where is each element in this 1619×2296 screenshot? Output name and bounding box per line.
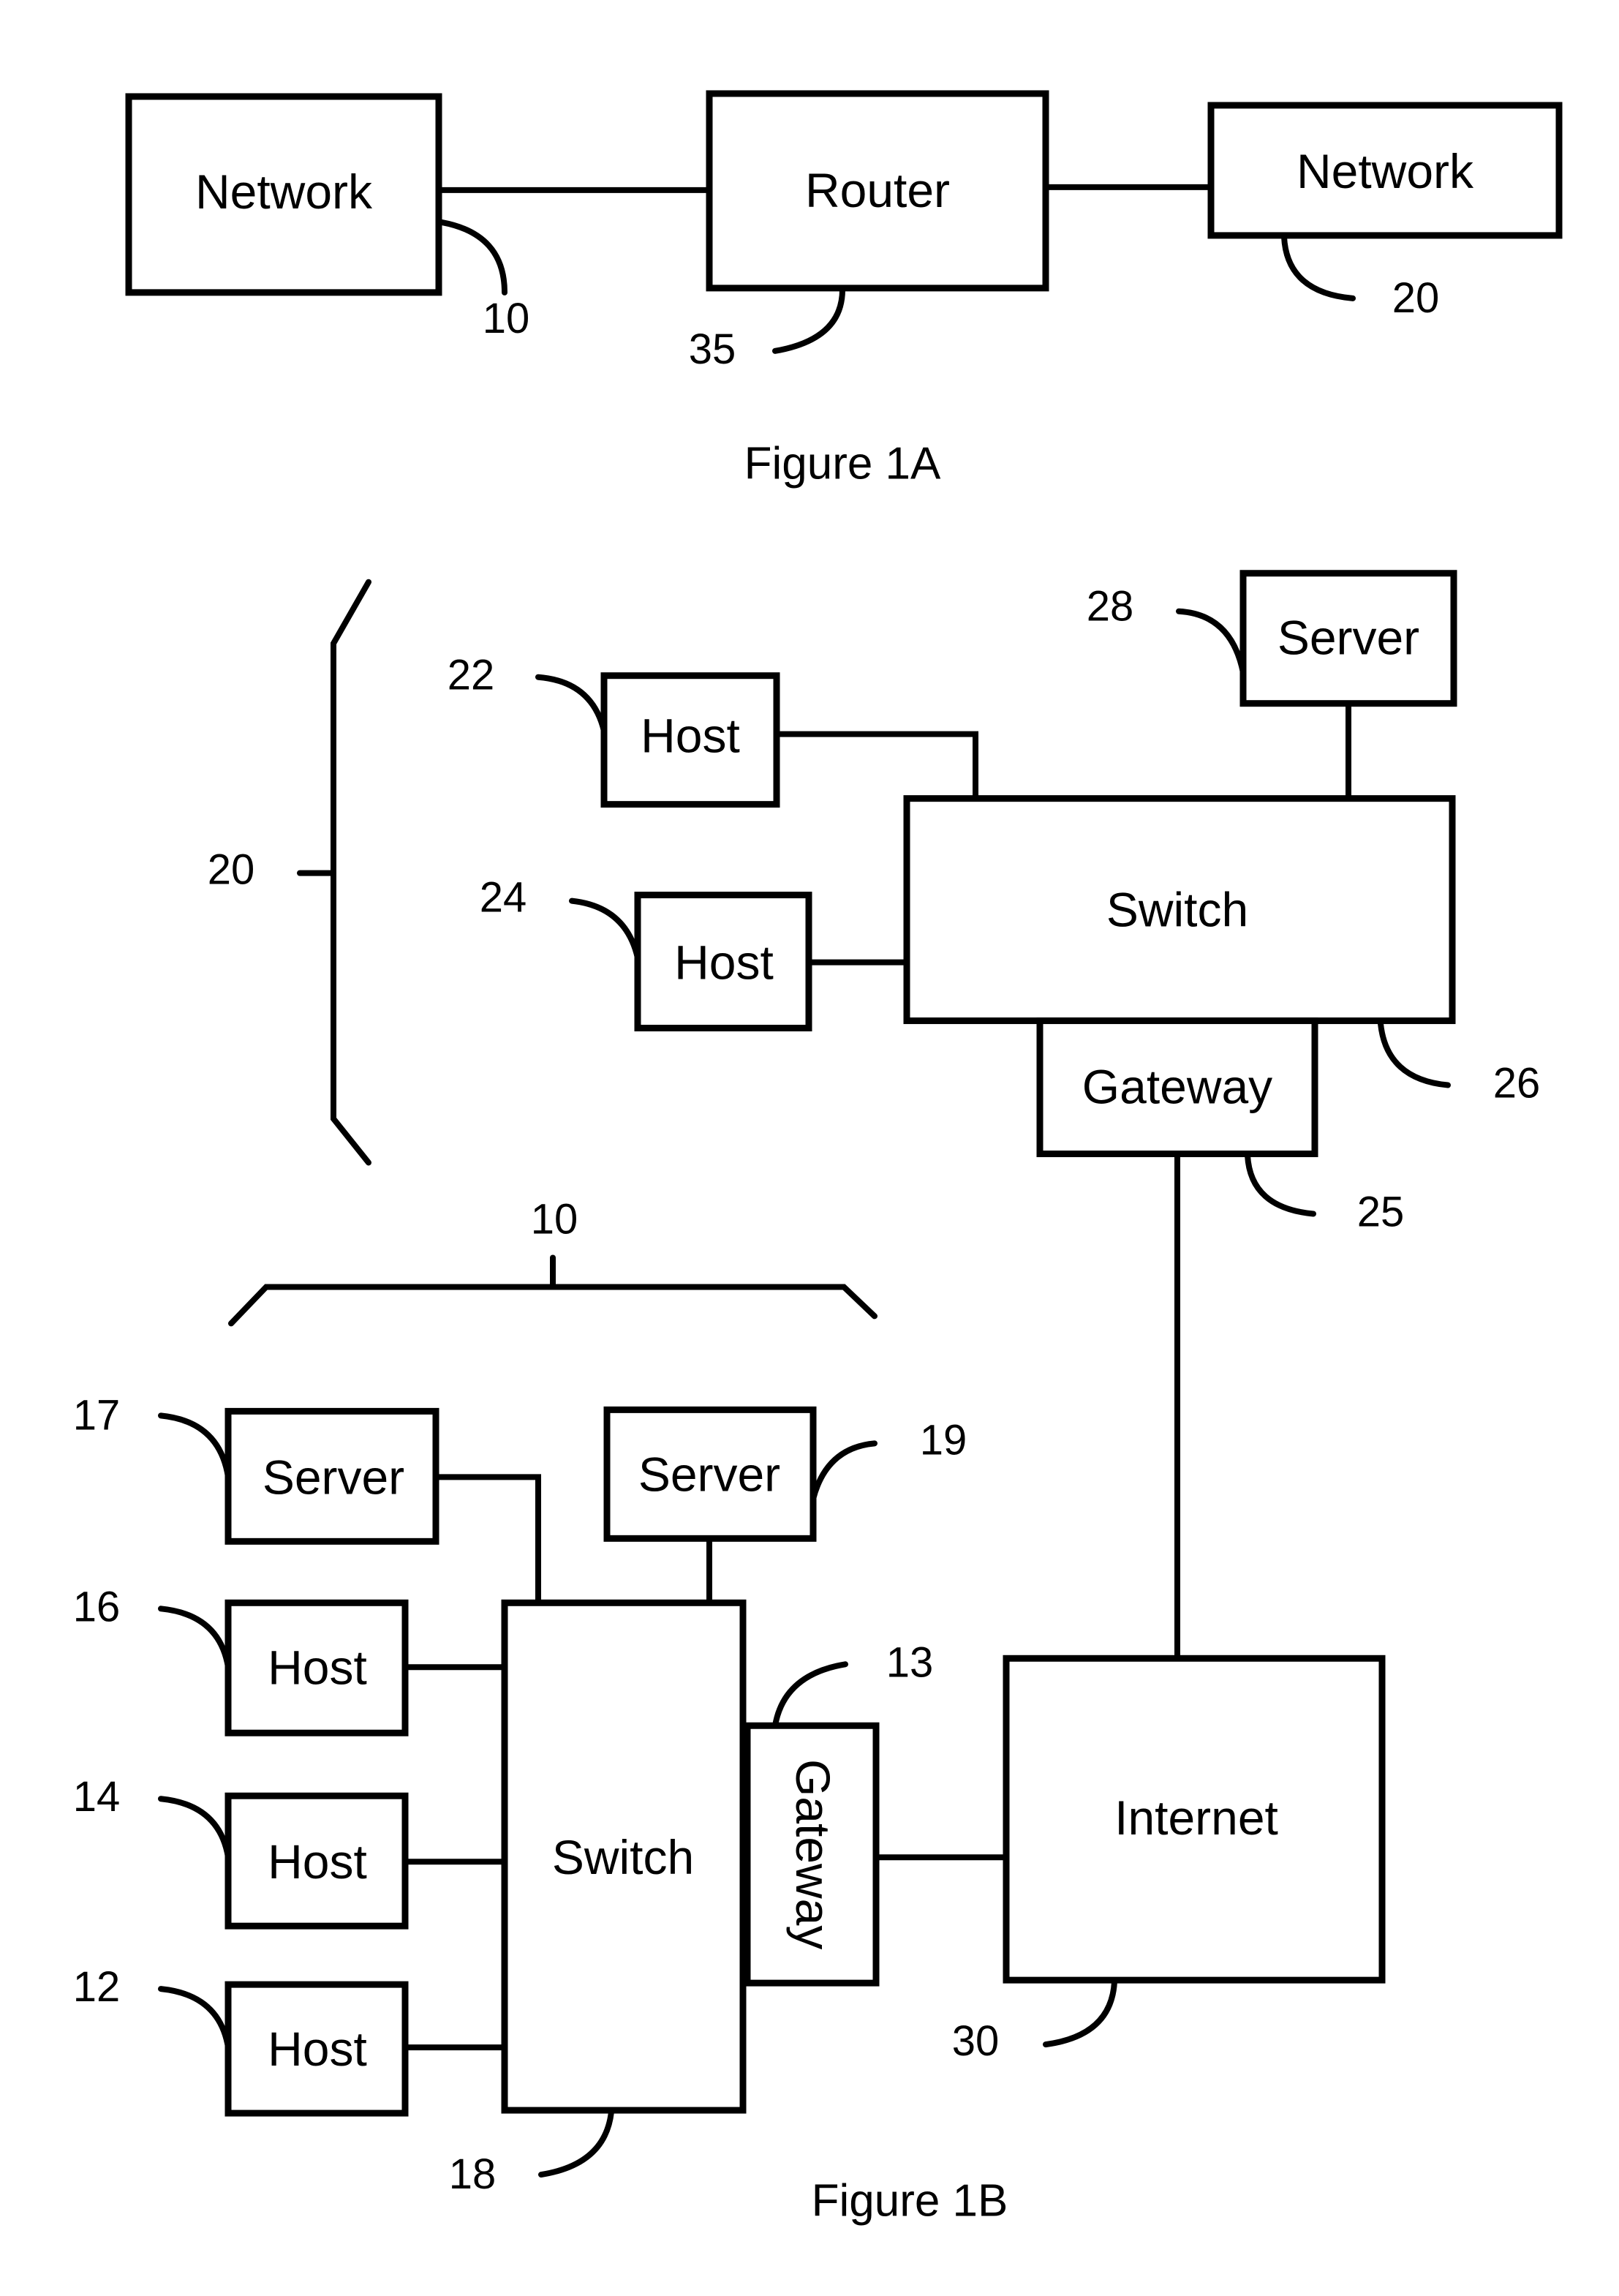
server-17-box: Server	[224, 1407, 439, 1545]
gateway-25-label: Gateway	[1082, 1060, 1272, 1114]
switch-26-box: Switch	[903, 795, 1456, 1025]
ref-16: 16	[73, 1584, 121, 1630]
ref-leader-12	[158, 1986, 231, 2051]
host-24-box: Host	[634, 892, 812, 1032]
switch-26-label: Switch	[1106, 883, 1248, 937]
host-16-label: Host	[268, 1640, 367, 1694]
server-19-label: Server	[638, 1447, 780, 1501]
ref-10-brace: 10	[531, 1196, 578, 1243]
ref-20-brace: 20	[208, 847, 255, 894]
brace-network-10	[228, 1284, 878, 1327]
ref-20-fig1a: 20	[1392, 275, 1440, 322]
figure-1b-caption: Figure 1B	[812, 2176, 1008, 2227]
gateway-13-box: Gateway	[744, 1722, 880, 1987]
server-17-label: Server	[263, 1450, 404, 1504]
server-28-label: Server	[1278, 611, 1419, 665]
brace-network-20	[331, 579, 371, 1166]
gateway-13-label: Gateway	[786, 1759, 840, 1949]
ref-35: 35	[689, 326, 736, 373]
ref-leader-22	[535, 674, 607, 734]
network-20-box: Network	[1207, 102, 1563, 239]
ref-leader-28	[1176, 608, 1246, 676]
ref-leader-20	[1281, 233, 1356, 301]
network-10-label: Network	[195, 165, 373, 219]
ref-24: 24	[480, 875, 527, 922]
ref-25: 25	[1357, 1189, 1405, 1235]
ref-leader-30	[1043, 1979, 1117, 2048]
internet-30-box: Internet	[1003, 1655, 1386, 1984]
ref-leader-19	[810, 1440, 878, 1502]
router-35-box: Router	[706, 90, 1049, 292]
switch-18-label: Switch	[552, 1830, 694, 1884]
ref-leader-35	[772, 286, 845, 354]
ref-17: 17	[73, 1392, 121, 1439]
link-host22-switch26	[774, 731, 978, 802]
ref-28: 28	[1087, 584, 1134, 631]
link-server17-switch18	[433, 1474, 541, 1606]
ref-13: 13	[886, 1639, 934, 1686]
ref-19: 19	[920, 1417, 967, 1464]
ref-leader-26	[1378, 1020, 1451, 1088]
host-16-box: Host	[224, 1599, 409, 1736]
host-12-label: Host	[268, 2022, 367, 2076]
host-14-box: Host	[224, 1792, 409, 1930]
internet-30-label: Internet	[1114, 1791, 1278, 1845]
ref-leader-18	[538, 2109, 614, 2178]
router-label: Router	[805, 163, 950, 217]
network-10-box: Network	[125, 93, 442, 296]
figure-1b: 20 Host 22 Host 24 Server 28 Switch 26 G…	[73, 570, 1541, 2227]
ref-leader-10	[439, 219, 507, 296]
switch-18-box: Switch	[501, 1599, 747, 2114]
host-12-box: Host	[224, 1981, 409, 2117]
ref-14: 14	[73, 1774, 121, 1821]
host-14-label: Host	[268, 1834, 367, 1889]
ref-leader-13	[772, 1661, 848, 1729]
ref-22: 22	[448, 652, 495, 699]
ref-leader-24	[569, 897, 641, 961]
ref-leader-14	[158, 1796, 231, 1861]
ref-30: 30	[952, 2018, 1000, 2065]
ref-26: 26	[1493, 1061, 1541, 1107]
figure-1a: Network 10 Router 35 Network 20 Figure 1…	[125, 90, 1563, 489]
host-24-label: Host	[674, 936, 774, 990]
ref-18: 18	[449, 2151, 497, 2198]
ref-leader-16	[158, 1606, 231, 1671]
ref-leader-17	[158, 1412, 231, 1480]
patent-figure: Network 10 Router 35 Network 20 Figure 1…	[73, 90, 1563, 2227]
network-20-label: Network	[1297, 144, 1474, 198]
host-22-label: Host	[641, 709, 740, 763]
server-28-box: Server	[1239, 570, 1457, 707]
ref-10: 10	[483, 296, 530, 342]
figure-1a-caption: Figure 1A	[744, 438, 941, 489]
server-19-box: Server	[603, 1406, 817, 1542]
ref-12: 12	[73, 1964, 121, 2011]
gateway-25-box: Gateway	[1036, 1017, 1318, 1157]
ref-leader-25	[1245, 1152, 1316, 1217]
host-22-box: Host	[600, 672, 780, 808]
